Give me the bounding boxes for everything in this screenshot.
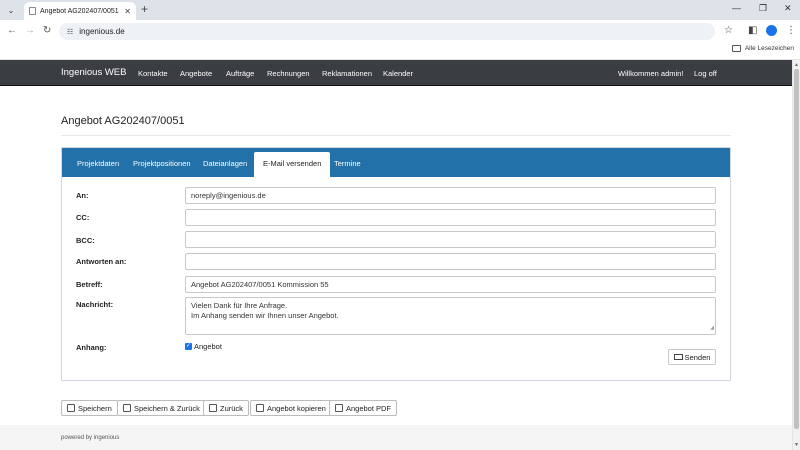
all-bookmarks-button[interactable]: Alle Lesezeichen bbox=[731, 45, 794, 52]
welcome-link[interactable]: Willkommen admin! bbox=[618, 69, 683, 78]
brand-link[interactable]: Ingenious WEB bbox=[61, 67, 126, 78]
tab-email-versenden[interactable]: E-Mail versenden bbox=[254, 152, 331, 177]
offer-panel: Projektdaten Projektpositionen Dateianla… bbox=[61, 147, 731, 381]
bcc-input[interactable] bbox=[185, 231, 716, 248]
resize-handle-icon[interactable]: ◢ bbox=[710, 323, 714, 333]
save-icon bbox=[67, 404, 75, 412]
menu-icon[interactable]: ⋮ bbox=[786, 25, 796, 37]
minimize-button[interactable]: — bbox=[732, 3, 741, 13]
cc-label: CC: bbox=[76, 213, 90, 222]
back-icon[interactable]: ← bbox=[7, 25, 17, 37]
betreff-input[interactable]: Angebot AG202407/0051 Kommission 55 bbox=[185, 276, 716, 293]
an-label: An: bbox=[76, 191, 89, 200]
tab-projektdaten[interactable]: Projektdaten bbox=[77, 159, 119, 168]
app-navbar: Ingenious WEB Kontakte Angebote Aufträge… bbox=[0, 60, 792, 86]
address-bar[interactable]: ☷ ingenious.de bbox=[59, 23, 715, 40]
tab-dateianlagen[interactable]: Dateianlagen bbox=[203, 159, 247, 168]
nav-rechnungen[interactable]: Rechnungen bbox=[267, 69, 310, 78]
anhang-checkbox[interactable]: ✓ bbox=[185, 343, 192, 350]
send-button[interactable]: Senden bbox=[668, 349, 716, 365]
anhang-option[interactable]: ✓ Angebot bbox=[185, 342, 222, 351]
copy-offer-button[interactable]: Angebot kopieren bbox=[250, 400, 332, 416]
page-icon bbox=[29, 7, 36, 15]
nav-auftraege[interactable]: Aufträge bbox=[226, 69, 254, 78]
divider bbox=[61, 135, 731, 136]
tab-search-icon[interactable]: ⌄ bbox=[4, 3, 18, 17]
save-and-back-button[interactable]: Speichern & Zurück bbox=[117, 400, 206, 416]
anhang-label: Anhang: bbox=[76, 343, 107, 352]
tab-close-icon[interactable]: ✕ bbox=[124, 7, 131, 16]
save-and-back-label: Speichern & Zurück bbox=[134, 403, 200, 413]
logoff-link[interactable]: Log off bbox=[694, 69, 717, 78]
save-button[interactable]: Speichern bbox=[61, 400, 118, 416]
sidepanel-icon[interactable]: ◧ bbox=[748, 25, 757, 37]
star-icon[interactable]: ☆ bbox=[724, 25, 733, 37]
offer-pdf-label: Angebot PDF bbox=[346, 403, 392, 413]
url-text: ingenious.de bbox=[79, 27, 125, 36]
bcc-label: BCC: bbox=[76, 236, 95, 245]
antworten-label: Antworten an: bbox=[76, 257, 127, 266]
page-scrollbar[interactable]: ▲ ▼ bbox=[792, 60, 800, 450]
site-info-icon[interactable]: ☷ bbox=[67, 28, 73, 36]
browser-tab[interactable]: Angebot AG202407/0051 - Ing ✕ bbox=[24, 2, 136, 20]
bookmarks-bar: Alle Lesezeichen bbox=[0, 42, 800, 60]
anhang-option-label: Angebot bbox=[194, 342, 222, 351]
page-footer: powered by ingenious bbox=[0, 425, 792, 450]
nachricht-label: Nachricht: bbox=[76, 300, 114, 309]
send-label: Senden bbox=[684, 352, 711, 362]
tab-termine[interactable]: Termine bbox=[334, 159, 361, 168]
nav-reklamationen[interactable]: Reklamationen bbox=[322, 69, 372, 78]
antworten-input[interactable] bbox=[185, 253, 716, 270]
back-label: Zurück bbox=[220, 403, 243, 413]
reload-icon[interactable]: ↻ bbox=[43, 25, 51, 37]
panel-tab-bar: Projektdaten Projektpositionen Dateianla… bbox=[62, 148, 730, 177]
an-input[interactable]: noreply@ingenious.de bbox=[185, 187, 716, 204]
nav-kontakte[interactable]: Kontakte bbox=[138, 69, 168, 78]
nachricht-line-1: Vielen Dank für Ihre Anfrage. bbox=[191, 301, 288, 310]
browser-toolbar: ← → ↻ ☷ ingenious.de ☆ ◧ ⋮ bbox=[0, 20, 800, 42]
folder-icon bbox=[731, 45, 741, 52]
scroll-down-icon[interactable]: ▼ bbox=[794, 442, 799, 448]
restore-button[interactable]: ❐ bbox=[759, 3, 767, 14]
footer-text: powered by ingenious bbox=[61, 435, 120, 441]
save-label: Speichern bbox=[78, 403, 112, 413]
nachricht-textarea[interactable]: Vielen Dank für Ihre Anfrage. Im Anhang … bbox=[185, 297, 716, 335]
new-tab-button[interactable]: + bbox=[141, 2, 148, 16]
betreff-label: Betreff: bbox=[76, 280, 103, 289]
profile-icon[interactable] bbox=[766, 25, 777, 36]
envelope-icon bbox=[673, 354, 683, 360]
browser-tab-title: Angebot AG202407/0051 - Ing bbox=[40, 7, 120, 15]
copy-offer-label: Angebot kopieren bbox=[267, 403, 326, 413]
offer-pdf-button[interactable]: Angebot PDF bbox=[329, 400, 398, 416]
nachricht-line-2: Im Anhang senden wir Ihnen unser Angebot… bbox=[191, 311, 339, 320]
all-bookmarks-label: Alle Lesezeichen bbox=[744, 45, 794, 52]
nav-kalender[interactable]: Kalender bbox=[383, 69, 413, 78]
browser-tabstrip: ⌄ Angebot AG202407/0051 - Ing ✕ + — ❐ ✕ bbox=[0, 0, 800, 20]
scroll-up-icon[interactable]: ▲ bbox=[794, 62, 799, 68]
forward-icon[interactable]: → bbox=[25, 25, 35, 37]
nav-angebote[interactable]: Angebote bbox=[180, 69, 212, 78]
back-arrow-icon bbox=[209, 404, 217, 412]
scroll-thumb[interactable] bbox=[794, 69, 799, 429]
page-title: Angebot AG202407/0051 bbox=[61, 115, 185, 127]
printer-icon bbox=[335, 404, 343, 412]
tab-projektpositionen[interactable]: Projektpositionen bbox=[133, 159, 191, 168]
close-window-button[interactable]: ✕ bbox=[784, 3, 792, 14]
cc-input[interactable] bbox=[185, 209, 716, 226]
copy-icon bbox=[256, 404, 264, 412]
back-button[interactable]: Zurück bbox=[203, 400, 249, 416]
save-back-icon bbox=[123, 404, 131, 412]
